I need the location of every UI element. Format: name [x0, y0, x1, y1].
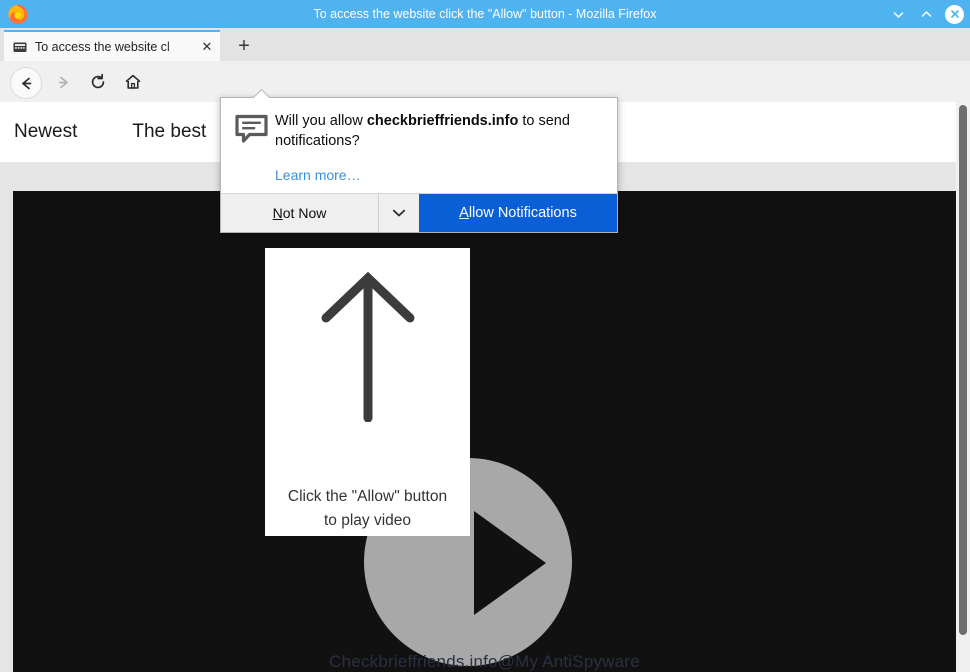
video-player[interactable]: Click the "Allow" button to play video C…: [13, 191, 956, 672]
forward-button: [50, 69, 76, 95]
nav-link-newest[interactable]: Newest: [14, 121, 77, 143]
popup-question-host: checkbrieffriends.info: [366, 113, 519, 129]
arrow-up-icon: [316, 270, 420, 427]
popup-question-prefix: Will you allow: [275, 113, 367, 129]
home-button[interactable]: [120, 69, 146, 95]
minimize-button[interactable]: [889, 5, 907, 23]
watermark-text: Checkbrieffriends.info@My AntiSpyware: [329, 652, 640, 671]
notification-permission-popup: Will you allow checkbrieffriends.info to…: [220, 97, 618, 234]
allow-instruction-card: Click the "Allow" button to play video: [265, 248, 470, 536]
allow-accesskey: A: [459, 205, 469, 222]
popup-footer: Not Now Allow Notifications: [221, 193, 617, 233]
allow-notifications-button[interactable]: Allow Notifications: [419, 194, 617, 233]
chevron-down-icon[interactable]: [378, 194, 419, 233]
maximize-button[interactable]: [917, 5, 935, 23]
popup-arrow: [253, 89, 270, 98]
allow-card-line2: to play video: [323, 512, 412, 530]
popup-question: Will you allow checkbrieffriends.info to…: [275, 112, 603, 151]
popup-text-wrap: Will you allow checkbrieffriends.info to…: [271, 112, 603, 187]
vertical-scrollbar[interactable]: [956, 102, 970, 672]
browser-window: To access the website click the "Allow" …: [0, 0, 970, 672]
new-tab-button[interactable]: +: [232, 35, 256, 57]
not-now-accesskey: N: [272, 205, 283, 222]
allow-rest: llow Notifications: [468, 205, 577, 222]
reload-button[interactable]: [85, 69, 111, 95]
not-now-button[interactable]: Not Now: [221, 194, 378, 233]
allow-card-text: Click the "Allow" button to play video: [280, 485, 455, 533]
page-icon: [12, 39, 28, 55]
allow-card-line1: Click the "Allow" button: [287, 488, 448, 505]
close-button[interactable]: [945, 4, 964, 24]
nav-link-the-best[interactable]: The best: [132, 121, 206, 143]
tab-title: To access the website cl: [35, 39, 170, 54]
window-title: To access the website click the "Allow" …: [313, 7, 657, 21]
learn-more-link[interactable]: Learn more…: [275, 167, 361, 183]
window-controls: [889, 0, 964, 28]
tab-strip: To access the website cl ✕ +: [0, 28, 970, 62]
browser-tab[interactable]: To access the website cl ✕: [4, 30, 220, 61]
play-triangle: [474, 511, 546, 615]
not-now-rest: ot Now: [282, 205, 327, 222]
popup-body: Will you allow checkbrieffriends.info to…: [221, 98, 617, 193]
vertical-scroll-thumb[interactable]: [959, 105, 967, 635]
speech-bubble-icon: [235, 112, 271, 187]
close-icon[interactable]: ✕: [198, 38, 216, 56]
title-bar: To access the website click the "Allow" …: [0, 0, 970, 28]
back-button[interactable]: [10, 67, 42, 99]
